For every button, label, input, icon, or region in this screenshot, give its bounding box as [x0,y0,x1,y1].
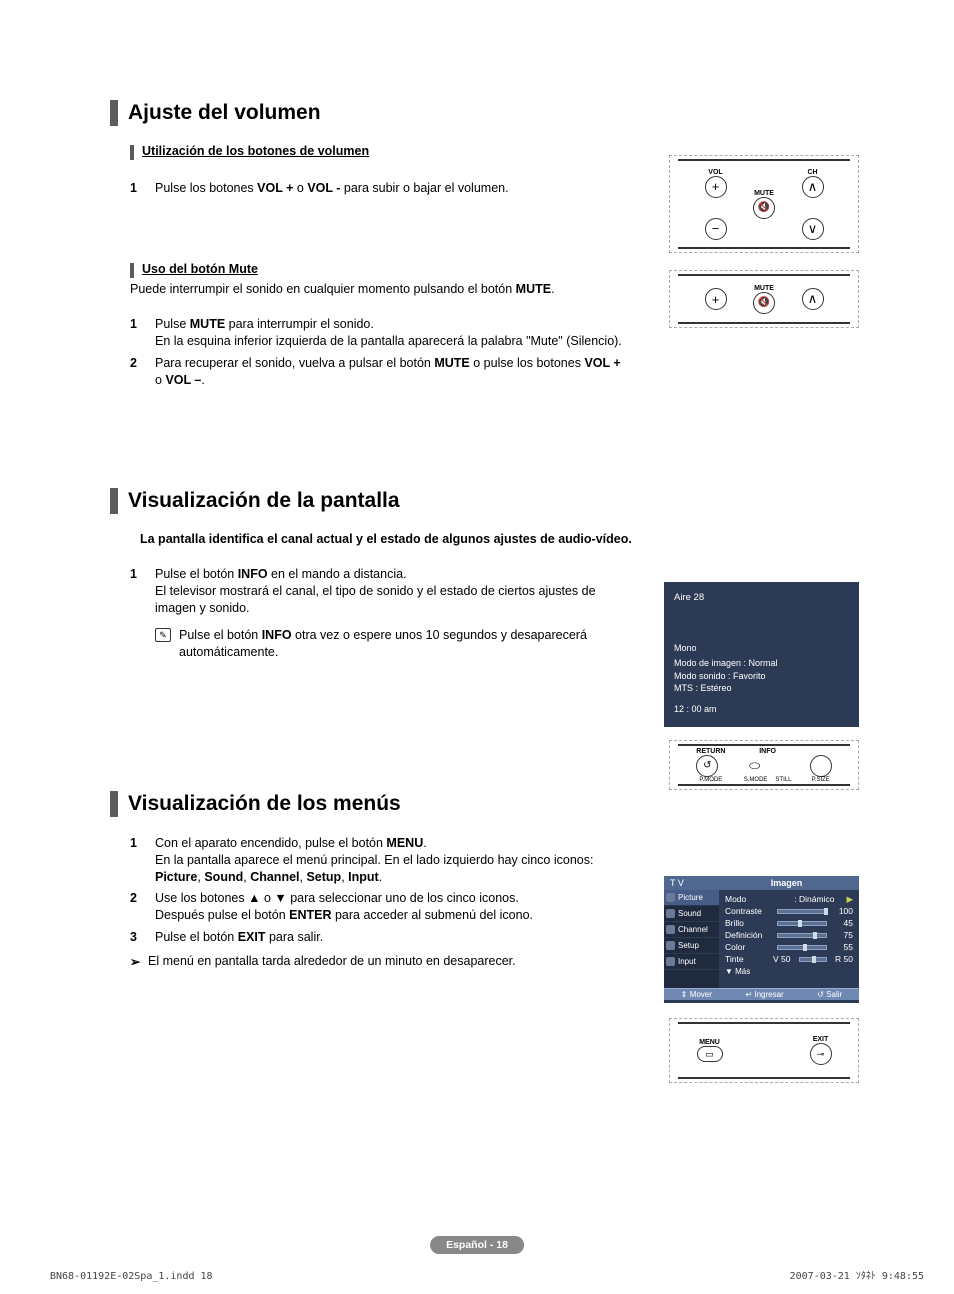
ch-up-icon: ∧ [802,288,824,310]
info-label: INFO [744,748,792,755]
circle-icon [810,755,832,777]
menu-main: Modo : Dinámico ▶ Contraste 100 Brillo 4… [719,890,859,988]
step-row: 2 Use los botones ▲ o ▼ para seleccionar… [130,890,630,924]
exit-label: EXIT [810,1036,832,1043]
info-icon: ⬭ [744,755,766,777]
pmode-label: P.MODE [696,777,725,783]
menu-title: Imagen [714,876,859,890]
menu-side-channel: Channel [664,922,719,938]
step-row: 1 Pulse el botón INFO en el mando a dist… [130,566,630,617]
intro-text: La pantalla identifica el canal actual y… [140,532,864,546]
note-text: Pulse el botón INFO otra vez o espere un… [179,627,630,661]
step-text: Pulse el botón EXIT para salir. [155,929,630,946]
title-bar [110,488,118,514]
menu-sidebar: Picture Sound Channel Setup Input [664,890,719,988]
menu-row-tinte: Tinte V 50 R 50 [725,953,853,965]
step-text: Para recuperar el sonido, vuelva a pulsa… [155,355,630,389]
step-row: 2 Para recuperar el sonido, vuelva a pul… [130,355,630,389]
subsection-mute: Uso del botón Mute Puede interrumpir el … [130,262,630,296]
step-row: 1 Pulse MUTE para interrumpir el sonido.… [130,316,630,350]
osd-line: Modo de imagen : Normal [674,658,849,669]
step-number: 1 [130,180,155,197]
menu-side-sound: Sound [664,906,719,922]
step-text: Con el aparato encendido, pulse el botón… [155,835,630,886]
subsection-vol-buttons: Utilización de los botones de volumen [130,144,630,160]
note-text: El menú en pantalla tarda alrededor de u… [148,954,516,969]
section-title: Ajuste del volumen [128,101,321,125]
mute-label: MUTE [753,285,775,292]
menu-row-definicion: Definición 75 [725,929,853,941]
vol-up-icon: + [705,288,727,310]
step-number: 1 [130,316,155,350]
footer-filepath: BN68-01192E-02Spa_1.indd 18 [50,1271,213,1282]
step-number: 1 [130,835,155,886]
osd-channel: Aire 28 [674,592,849,603]
menu-side-input: Input [664,954,719,970]
return-icon: ↺ [696,755,718,777]
remote-figure-mute: + MUTE 🔇 ∧ [669,270,859,328]
menu-foot: ⇕ Mover ↵ Ingresar ↺ Salir [664,988,859,1000]
note-icon: ✎ [155,628,171,642]
title-block: Ajuste del volumen [110,100,864,126]
osd-time: 12 : 00 am [674,704,849,715]
step-number: 2 [130,890,155,924]
mute-icon: 🔇 [753,292,775,314]
vol-label: VOL [705,169,727,176]
section-title: Visualización de los menús [128,792,401,816]
vol-down-icon: − [705,218,727,240]
step-text: Pulse los botones VOL + o VOL - para sub… [155,180,630,197]
step-text: Pulse el botón INFO en el mando a distan… [155,566,630,617]
menu-row-modo: Modo : Dinámico ▶ [725,893,853,905]
intro-text: Puede interrumpir el sonido en cualquier… [130,282,630,296]
title-block: Visualización de la pantalla [110,488,864,514]
note-row: ✎ Pulse el botón INFO otra vez o espere … [155,627,630,661]
ch-down-icon: ∨ [802,218,824,240]
remote-figure-menu: MENU ▭ EXIT ⊸ [669,1018,859,1083]
menu-icon: ▭ [697,1046,723,1062]
arrow-icon: ➢ [130,954,148,969]
step-row: 1 Con el aparato encendido, pulse el bot… [130,835,630,886]
remote-figure-info: RETURN ↺ P.MODE INFO ⬭ S.MODESTILL P.SIZ… [669,740,859,790]
step-number: 1 [130,566,155,617]
step-text: Pulse MUTE para interrumpir el sonido. E… [155,316,630,350]
ch-label: CH [802,169,824,176]
menu-tv-label: T V [664,876,714,890]
psize-label: P.SIZE [810,777,832,783]
vol-up-icon: + [705,176,727,198]
osd-line: MTS : Estéreo [674,683,849,694]
menu-more: ▼ Más [725,967,853,976]
page-number-badge: Español - 18 [430,1236,524,1254]
menu-row-contraste: Contraste 100 [725,905,853,917]
subsection-heading: Utilización de los botones de volumen [142,144,369,160]
step-number: 3 [130,929,155,946]
osd-mono: Mono [674,643,849,654]
footer-timestamp: 2007-03-21 ｿﾀﾈﾄ 9:48:55 [790,1267,924,1282]
mute-icon: 🔇 [753,197,775,219]
sub-bar [130,263,134,278]
step-row: 1 Pulse los botones VOL + o VOL - para s… [130,180,630,197]
step-number: 2 [130,355,155,389]
menu-row-color: Color 55 [725,941,853,953]
title-bar [110,791,118,817]
return-label: RETURN [696,748,725,755]
exit-icon: ⊸ [810,1043,832,1065]
menu-side-setup: Setup [664,938,719,954]
section-title: Visualización de la pantalla [128,489,400,513]
sub-bar [130,145,134,160]
menu-row-brillo: Brillo 45 [725,917,853,929]
title-block: Visualización de los menús [110,791,864,817]
step-text: Use los botones ▲ o ▼ para seleccionar u… [155,890,630,924]
menu-label: MENU [697,1039,723,1046]
menu-side-picture: Picture [664,890,719,906]
mute-label: MUTE [753,190,775,197]
subsection-heading: Uso del botón Mute [142,262,258,278]
osd-info-panel: Aire 28 Mono Modo de imagen : Normal Mod… [664,582,859,727]
osd-menu-panel: T V Imagen Picture Sound Channel Setup I… [664,876,859,1003]
remote-figure-vol: VOL + − MUTE 🔇 CH ∧ ∨ [669,155,859,253]
osd-line: Modo sonido : Favorito [674,671,849,682]
ch-up-icon: ∧ [802,176,824,198]
step-row: 3 Pulse el botón EXIT para salir. [130,929,630,946]
note-row: ➢ El menú en pantalla tarda alrededor de… [130,954,630,969]
title-bar [110,100,118,126]
